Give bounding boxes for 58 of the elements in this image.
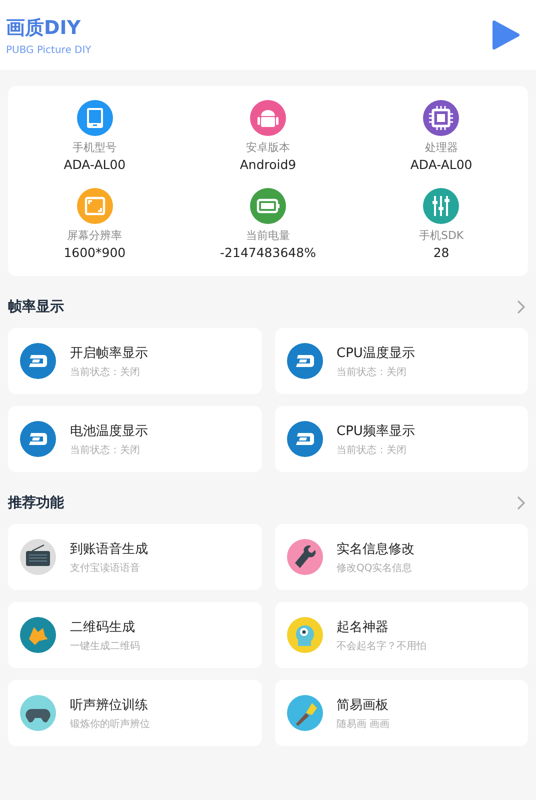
feature-subtitle: 锻炼你的听声辨位 <box>70 718 150 730</box>
feature-card[interactable]: 到账语音生成 支付宝读语语音 <box>8 524 262 590</box>
feature-card[interactable]: CPU频率显示 当前状态：关闭 <box>274 406 528 472</box>
info-label: 当前电量 <box>246 228 290 243</box>
info-value: Android9 <box>240 157 296 172</box>
feature-subtitle: 当前状态：关闭 <box>70 444 141 456</box>
feature-title: 到账语音生成 <box>70 540 148 558</box>
feature-title: 起名神器 <box>336 618 390 636</box>
feature-title: CPU频率显示 <box>336 422 415 440</box>
feature-card[interactable]: 简易画板 随易画 画画 <box>274 680 528 746</box>
info-value: 1600*900 <box>64 245 126 260</box>
feature-title: 实名信息修改 <box>336 540 414 558</box>
chevron-right-icon[interactable] <box>516 300 526 314</box>
brush-icon <box>286 695 322 731</box>
feature-card[interactable]: 开启帧率显示 当前状态：关闭 <box>8 328 262 394</box>
feature-subtitle: 一键生成二维码 <box>70 640 140 652</box>
info-label: 手机型号 <box>72 140 117 155</box>
feature-title: 电池温度显示 <box>70 422 148 440</box>
radio-icon <box>20 539 56 575</box>
wrench-icon <box>286 539 322 575</box>
info-value: ADA-AL00 <box>410 157 472 172</box>
info-label: 手机SDK <box>418 228 464 243</box>
feature-subtitle: 当前状态：关闭 <box>70 366 141 378</box>
feature-title: 简易画板 <box>336 696 390 714</box>
info-value: 28 <box>433 245 450 260</box>
dash-icon <box>286 421 322 457</box>
info-label: 屏幕分辨率 <box>67 228 122 243</box>
feature-card[interactable]: 起名神器 不会起名字？不用怕 <box>274 602 528 668</box>
dash-icon <box>20 421 56 457</box>
feature-title: 开启帧率显示 <box>70 344 148 362</box>
feature-title: 听声辨位训练 <box>70 696 149 714</box>
info-value: -2147483648% <box>220 245 316 260</box>
feature-subtitle: 修改QQ实名信息 <box>336 562 414 574</box>
info-value: ADA-AL00 <box>64 157 126 172</box>
chevron-right-icon[interactable] <box>516 496 526 510</box>
app-subtitle: PUBG Picture DIY <box>6 44 92 56</box>
section-title: 推荐功能 <box>8 494 64 512</box>
dash-icon <box>20 343 56 379</box>
feature-subtitle: 当前状态：关闭 <box>336 444 408 456</box>
feature-card[interactable]: 实名信息修改 修改QQ实名信息 <box>274 524 528 590</box>
feature-card[interactable]: 二维码生成 一键生成二维码 <box>8 602 262 668</box>
info-label: 安卓版本 <box>246 140 290 155</box>
play-button[interactable] <box>492 20 520 50</box>
feature-subtitle: 当前状态：关闭 <box>336 366 408 378</box>
dash-icon <box>286 343 322 379</box>
app-title: 画质DIY <box>6 16 82 40</box>
feature-card[interactable]: CPU温度显示 当前状态：关闭 <box>274 328 528 394</box>
feature-card[interactable]: 听声辨位训练 锻炼你的听声辨位 <box>8 680 262 746</box>
section-title: 帧率显示 <box>8 298 64 316</box>
head-icon <box>286 617 322 653</box>
feature-card[interactable]: 电池温度显示 当前状态：关闭 <box>8 406 262 472</box>
feature-title: CPU温度显示 <box>336 344 415 362</box>
gamepad-icon <box>20 695 56 731</box>
feature-subtitle: 支付宝读语语音 <box>70 562 141 574</box>
feature-title: 二维码生成 <box>70 618 136 636</box>
feature-subtitle: 随易画 画画 <box>336 718 390 730</box>
feature-subtitle: 不会起名字？不用怕 <box>336 640 426 652</box>
info-label: 处理器 <box>424 140 458 155</box>
